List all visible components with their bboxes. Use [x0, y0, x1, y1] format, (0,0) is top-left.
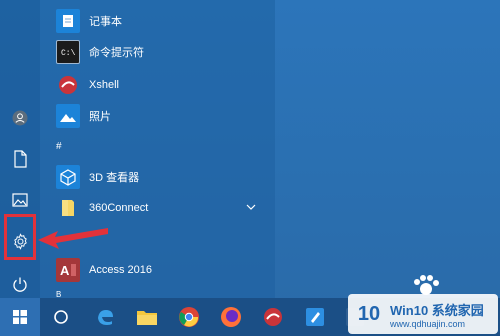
app-360connect[interactable]: 360Connect — [52, 193, 272, 223]
pictures-button[interactable] — [0, 182, 40, 218]
picture-icon — [12, 193, 28, 207]
file-explorer-button[interactable] — [128, 298, 166, 336]
cmd-icon: C:\ — [56, 40, 80, 64]
firefox-button[interactable] — [212, 298, 250, 336]
notes-button[interactable] — [296, 298, 334, 336]
photos-icon — [56, 104, 80, 128]
section-header-hash[interactable]: # — [56, 141, 62, 152]
xshell-icon — [56, 73, 80, 97]
app-label: Access 2016 — [89, 264, 152, 276]
chrome-button[interactable] — [170, 298, 208, 336]
cortana-button[interactable] — [42, 298, 80, 336]
notepad-icon — [56, 9, 80, 33]
app-label: 3D 查看器 — [89, 172, 140, 184]
access-icon: A — [56, 258, 80, 282]
3d-viewer-icon — [56, 165, 80, 189]
app-label: Xshell — [89, 79, 119, 91]
edge-icon — [98, 310, 113, 325]
watermark-text: Win10 系统家园 www.qdhuajin.com — [390, 300, 484, 329]
watermark: 10 Win10 系统家园 www.qdhuajin.com — [348, 275, 498, 334]
svg-text:C:\: C:\ — [61, 49, 76, 58]
user-avatar-icon — [12, 110, 28, 126]
win10-logo: 10 — [357, 302, 381, 325]
chrome-icon — [179, 307, 199, 327]
document-icon — [14, 150, 27, 168]
power-icon — [13, 277, 27, 292]
start-menu: 记事本 C:\ 命令提示符 Xshell 照片 # 3D 查看器 360Conn… — [0, 0, 275, 299]
app-label: 照片 — [89, 111, 111, 123]
watermark-url: www.qdhuajin.com — [390, 318, 466, 329]
chevron-down-icon[interactable] — [246, 204, 256, 211]
documents-button[interactable] — [0, 141, 40, 177]
app-notepad[interactable]: 记事本 — [52, 6, 272, 36]
app-label: 命令提示符 — [89, 47, 144, 59]
folder-icon — [56, 196, 80, 220]
app-xshell[interactable]: Xshell — [52, 70, 272, 100]
app-access[interactable]: A Access 2016 — [52, 255, 272, 285]
firefox-icon — [221, 307, 241, 327]
file-explorer-icon — [137, 311, 157, 325]
svg-text:A: A — [60, 263, 70, 278]
watermark-title: Win10 系统家园 — [390, 302, 484, 318]
cortana-icon — [54, 310, 68, 324]
xshell-taskbar-button[interactable] — [254, 298, 292, 336]
app-command-prompt[interactable]: C:\ 命令提示符 — [52, 37, 272, 67]
settings-highlight-box — [4, 214, 36, 260]
paw-print-icon — [414, 275, 439, 295]
edge-button[interactable] — [86, 298, 124, 336]
start-button[interactable] — [0, 298, 40, 336]
red-arrow-annotation — [38, 228, 108, 249]
app-3d-viewer[interactable]: 3D 查看器 — [52, 162, 272, 192]
user-account-button[interactable] — [0, 100, 40, 136]
app-label: 360Connect — [89, 202, 149, 214]
app-photos[interactable]: 照片 — [52, 101, 272, 131]
power-button[interactable] — [0, 266, 40, 302]
app-label: 记事本 — [89, 16, 122, 28]
notes-icon — [306, 308, 324, 326]
windows-icon — [13, 310, 27, 324]
xshell-icon — [264, 308, 282, 326]
